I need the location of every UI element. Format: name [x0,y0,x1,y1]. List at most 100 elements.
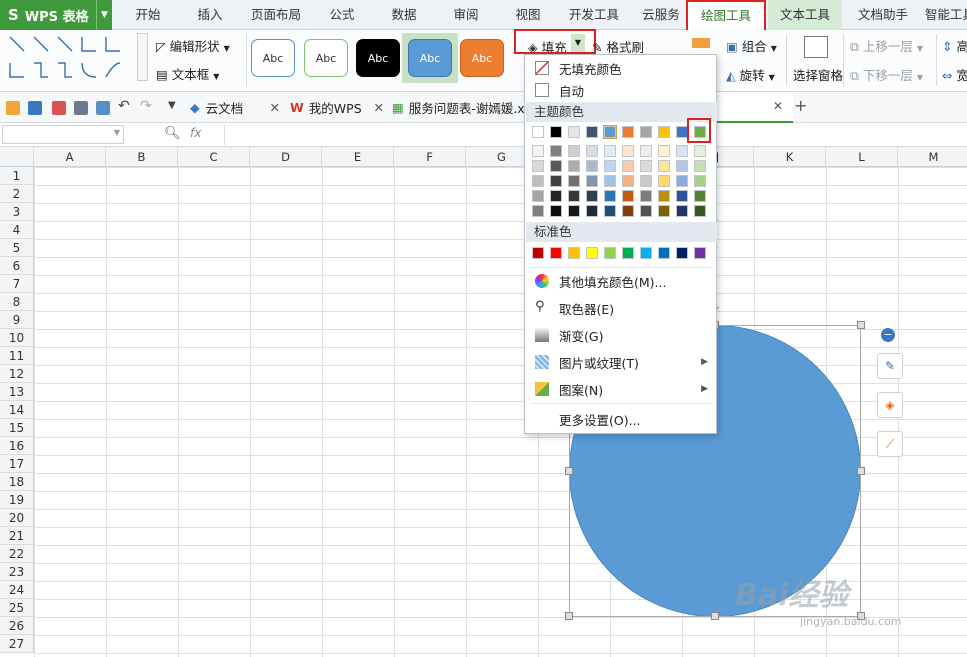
chevron-down-icon[interactable]: ▼ [96,0,112,30]
redo-icon[interactable]: ↷ [140,98,152,114]
column-header[interactable]: C [178,147,250,167]
chevron-down-icon[interactable]: ▼ [114,128,120,137]
theme-shade-swatch[interactable] [694,175,706,187]
tab-home[interactable]: 开始 [122,0,174,30]
print-icon[interactable] [74,101,88,115]
row-header[interactable]: 1 [0,167,34,185]
theme-shade-swatch[interactable] [586,145,598,157]
standard-color-swatch[interactable] [568,247,580,259]
theme-shade-swatch[interactable] [658,175,670,187]
theme-color-swatch[interactable] [568,126,580,138]
column-header[interactable]: B [106,147,178,167]
standard-color-swatch[interactable] [604,247,616,259]
resize-handle[interactable] [565,467,573,475]
tab-developer[interactable]: 开发工具 [562,0,626,30]
doc-tab-spreadsheet[interactable]: ▦ 服务问题表-谢嫣媛.xl [392,92,524,123]
edit-shape-button[interactable]: ◸ 编辑形状 ▼ [156,36,230,55]
column-header[interactable]: E [322,147,394,167]
row-header[interactable]: 14 [0,401,34,419]
standard-color-swatch[interactable] [586,247,598,259]
height-field[interactable]: ⇕ 高 [942,36,967,55]
formula-input[interactable] [224,125,524,145]
close-icon[interactable]: ✕ [773,99,783,113]
theme-shade-swatch[interactable] [532,145,544,157]
gradient-item[interactable]: 渐变(G) [525,322,716,348]
shape-style-3[interactable]: Abc [356,39,400,77]
theme-shade-swatch[interactable] [676,205,688,217]
row-header[interactable]: 13 [0,383,34,401]
theme-color-swatch[interactable] [550,126,562,138]
theme-shade-swatch[interactable] [622,160,634,172]
close-icon[interactable]: ✕ [270,100,280,115]
quick-access-dropdown-icon[interactable]: ▼ [168,100,176,111]
theme-color-swatch[interactable] [640,126,652,138]
row-header[interactable]: 6 [0,257,34,275]
export-pdf-icon[interactable] [52,101,66,115]
theme-shade-swatch[interactable] [622,145,634,157]
resize-handle[interactable] [565,612,573,620]
standard-color-swatch[interactable] [658,247,670,259]
theme-shade-swatch[interactable] [640,145,652,157]
theme-shade-swatch[interactable] [604,145,616,157]
row-header[interactable]: 8 [0,293,34,311]
tab-text-tools[interactable]: 文本工具 [768,0,842,30]
row-header[interactable]: 26 [0,617,34,635]
row-header[interactable]: 7 [0,275,34,293]
theme-shade-swatch[interactable] [532,190,544,202]
theme-shade-swatch[interactable] [640,205,652,217]
new-tab-plus-icon[interactable]: + [794,96,807,115]
undo-icon[interactable]: ↶ [118,98,130,114]
theme-shade-swatch[interactable] [676,160,688,172]
theme-shade-swatch[interactable] [604,175,616,187]
theme-shade-swatch[interactable] [694,190,706,202]
select-all-corner[interactable] [0,147,34,167]
theme-shade-swatch[interactable] [658,160,670,172]
tab-review[interactable]: 审阅 [442,0,490,30]
collapse-minus-icon[interactable]: − [881,328,895,342]
row-header[interactable]: 24 [0,581,34,599]
theme-shade-swatch[interactable] [676,145,688,157]
quick-edit-shape-button[interactable]: ✎ [877,353,903,379]
standard-color-swatch[interactable] [550,247,562,259]
theme-shade-swatch[interactable] [604,205,616,217]
theme-shade-swatch[interactable] [640,175,652,187]
theme-shade-swatch[interactable] [532,160,544,172]
row-header[interactable]: 22 [0,545,34,563]
theme-shade-swatch[interactable] [658,145,670,157]
row-header[interactable]: 21 [0,527,34,545]
theme-shade-swatch[interactable] [586,175,598,187]
theme-shade-swatch[interactable] [568,175,580,187]
shape-style-2[interactable]: Abc [304,39,348,77]
column-header[interactable]: A [34,147,106,167]
theme-shade-swatch[interactable] [640,160,652,172]
theme-shade-swatch[interactable] [622,175,634,187]
name-box[interactable]: ▼ [2,125,124,144]
column-header[interactable]: K [754,147,826,167]
open-folder-icon[interactable] [6,101,20,115]
theme-shade-swatch[interactable] [694,205,706,217]
row-header[interactable]: 3 [0,203,34,221]
standard-color-swatch[interactable] [676,247,688,259]
more-settings-item[interactable]: 更多设置(O)... [525,406,716,432]
resize-handle[interactable] [711,612,719,620]
theme-shade-swatch[interactable] [550,160,562,172]
standard-color-swatch[interactable] [622,247,634,259]
more-fill-colors-item[interactable]: 其他填充颜色(M)... [525,268,716,294]
shape-style-1[interactable]: Abc [251,39,295,77]
theme-shade-swatch[interactable] [550,190,562,202]
column-header[interactable]: F [394,147,466,167]
theme-shade-swatch[interactable] [694,160,706,172]
theme-shade-swatch[interactable] [568,145,580,157]
standard-color-swatch[interactable] [694,247,706,259]
group-button[interactable]: ▣ 组合 ▼ [726,36,777,55]
width-field[interactable]: ⇔ 宽 [942,65,967,84]
row-header[interactable]: 20 [0,509,34,527]
row-header[interactable]: 18 [0,473,34,491]
save-icon[interactable] [28,101,42,115]
theme-shade-swatch[interactable] [532,175,544,187]
column-header[interactable]: D [250,147,322,167]
zoom-function-icon[interactable]: 🔍︎ [164,126,181,141]
send-backward-button[interactable]: ⧉ 下移一层 ▼ [850,65,923,84]
theme-shade-swatch[interactable] [550,145,562,157]
print-preview-icon[interactable] [96,101,110,115]
